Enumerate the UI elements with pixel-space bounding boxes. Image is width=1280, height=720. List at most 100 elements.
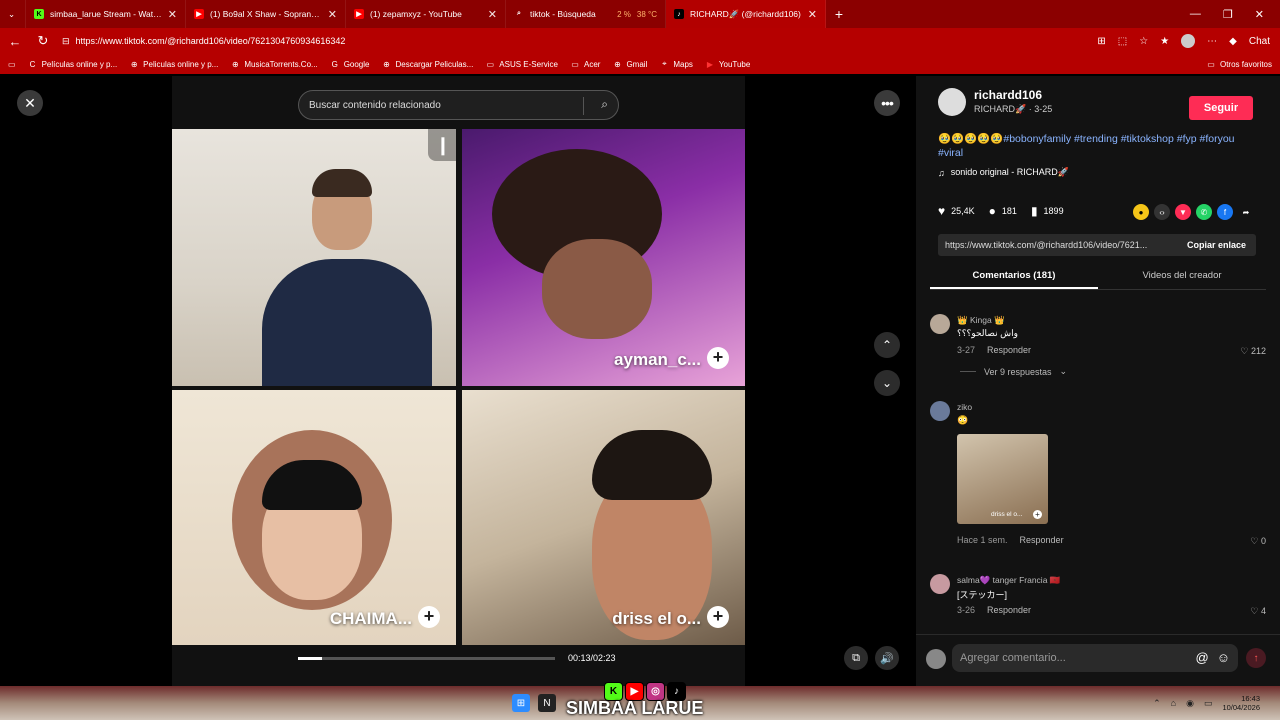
- tab-menu[interactable]: ⌄: [0, 0, 26, 28]
- speaker-icon[interactable]: ◉: [1186, 698, 1194, 709]
- follow-plus-icon[interactable]: +: [707, 347, 729, 369]
- new-tab-button[interactable]: +: [826, 6, 852, 22]
- next-video-button[interactable]: ⌄: [874, 370, 900, 396]
- tab-youtube-1[interactable]: ▶ (1) Bo9al X Shaw - Soprano (Offic ✕: [186, 0, 346, 28]
- reply-button[interactable]: Responder: [987, 605, 1031, 615]
- author-info[interactable]: richardd106 RICHARD🚀 · 3-25: [938, 88, 1052, 116]
- tab-youtube-2[interactable]: ▶ (1) zepamxyz - YouTube ✕: [346, 0, 506, 28]
- bookmark-item[interactable]: ▭ Acer: [570, 59, 600, 69]
- follow-plus-icon[interactable]: +: [418, 606, 440, 628]
- view-replies-button[interactable]: Ver 9 respuestas ⌄: [960, 366, 1067, 377]
- tab-comments[interactable]: Comentarios (181): [930, 266, 1098, 289]
- chat-label[interactable]: Chat: [1249, 36, 1270, 47]
- person-figure: [592, 430, 712, 500]
- windows-start-icon[interactable]: ⊞: [512, 694, 530, 712]
- battery-icon[interactable]: ▭: [1204, 698, 1213, 709]
- folder-icon: ▭: [486, 59, 495, 69]
- save-button[interactable]: ▮ 1899: [1031, 204, 1064, 218]
- mention-icon[interactable]: @: [1196, 650, 1209, 665]
- bookmark-item[interactable]: ⊕ Descargar Peliculas...: [381, 59, 473, 69]
- chevron-up-icon[interactable]: ⌃: [1153, 698, 1161, 709]
- more-options-button[interactable]: •••: [874, 90, 900, 116]
- author-avatar[interactable]: [938, 88, 966, 116]
- share-arrow-icon[interactable]: ➦: [1238, 204, 1254, 220]
- close-tab-icon[interactable]: ✕: [328, 8, 337, 21]
- copy-link-button[interactable]: Copiar enlace: [1177, 240, 1256, 250]
- bookmark-item[interactable]: ⊕ MusicaTorrents.Co...: [230, 59, 318, 69]
- bookmark-item[interactable]: ▭ ASUS E-Service: [485, 59, 558, 69]
- tile-username: CHAIMA...: [329, 609, 412, 628]
- video-progress-bar[interactable]: [298, 657, 555, 660]
- comment-like[interactable]: ♡ 212: [1240, 346, 1266, 357]
- more-dots-icon: •••: [881, 95, 894, 111]
- send-icon[interactable]: ▼: [1175, 204, 1191, 220]
- collections-icon[interactable]: ▭: [8, 60, 16, 69]
- sound-link[interactable]: ♫ sonido original - RICHARD🚀: [938, 167, 1069, 178]
- video-tile: ayman_c... +: [462, 129, 745, 386]
- floating-player-button[interactable]: ⧉: [844, 646, 868, 670]
- send-comment-button[interactable]: ↑: [1246, 648, 1266, 668]
- close-window-icon[interactable]: ✕: [1255, 8, 1264, 21]
- tab-creator-videos[interactable]: Videos del creador: [1098, 266, 1266, 289]
- search-icon[interactable]: ⌕: [601, 97, 608, 112]
- profile-avatar[interactable]: [1181, 34, 1196, 48]
- copilot-icon[interactable]: ◆: [1229, 36, 1237, 47]
- close-tab-icon[interactable]: ✕: [488, 8, 497, 21]
- emoji-icon[interactable]: ☺: [1217, 650, 1230, 665]
- minimize-icon[interactable]: —: [1190, 8, 1201, 21]
- whatsapp-icon[interactable]: ✆: [1196, 204, 1212, 220]
- extension-icon[interactable]: ⬚: [1118, 36, 1127, 47]
- like-button[interactable]: ♥ 25,4K: [938, 204, 975, 218]
- comment-button[interactable]: ● 181: [989, 204, 1017, 218]
- previous-video-button[interactable]: ⌃: [874, 332, 900, 358]
- close-tab-icon[interactable]: ✕: [808, 8, 817, 21]
- commenter-avatar[interactable]: [930, 401, 950, 421]
- close-viewer-button[interactable]: ✕: [17, 90, 43, 116]
- commenter-avatar[interactable]: [930, 314, 950, 334]
- related-search-input[interactable]: Buscar contenido relacionado ⌕: [298, 90, 619, 120]
- commenter-name[interactable]: 👑 Kinga 👑: [957, 315, 1005, 326]
- coin-icon[interactable]: ●: [1133, 204, 1149, 220]
- bookmark-item[interactable]: ⌖ Maps: [659, 59, 693, 69]
- follow-button[interactable]: Seguir: [1189, 96, 1253, 120]
- other-favorites[interactable]: ▭ Otros favoritos: [1206, 59, 1272, 69]
- app-icon[interactable]: N: [538, 694, 556, 712]
- comment-video-thumbnail[interactable]: driss el o... +: [957, 434, 1048, 524]
- comment-like[interactable]: ♡ 4: [1250, 606, 1266, 617]
- embed-icon[interactable]: ‹›: [1154, 204, 1170, 220]
- thumbnail-label: driss el o...: [991, 511, 1023, 518]
- bookmark-item[interactable]: ▶ YouTube: [705, 59, 751, 69]
- author-username[interactable]: richardd106: [974, 88, 1052, 102]
- tab-kick[interactable]: K simbaa_larue Stream - Watch Live ✕: [26, 0, 186, 28]
- restore-icon[interactable]: ❐: [1223, 8, 1233, 21]
- facebook-icon[interactable]: f: [1217, 204, 1233, 220]
- reply-button[interactable]: Responder: [1020, 535, 1064, 545]
- back-icon[interactable]: ←: [6, 34, 24, 49]
- bookmark-item[interactable]: C Películas online y p...: [28, 59, 118, 69]
- commenter-avatar[interactable]: [930, 574, 950, 594]
- follow-plus-icon[interactable]: +: [707, 606, 729, 628]
- commenter-name[interactable]: salma💜 tanger Francia 🇲🇦: [957, 575, 1060, 586]
- tab-search[interactable]: ⌕ tiktok - Búsqueda 2 % 38 °C: [506, 0, 666, 28]
- commenter-name[interactable]: ziko: [957, 402, 972, 412]
- menu-dots-icon[interactable]: ⋯: [1207, 36, 1217, 47]
- favorites-icon[interactable]: ★: [1160, 36, 1169, 47]
- favorite-star-icon[interactable]: ☆: [1139, 36, 1148, 47]
- url-field[interactable]: ⊟ https://www.tiktok.com/@richardd106/vi…: [62, 31, 1087, 51]
- bookmark-item[interactable]: ⊕ Peliculas online y p...: [129, 59, 219, 69]
- network-icon[interactable]: ⌂: [1171, 698, 1176, 708]
- tab-tiktok[interactable]: ♪ RICHARD🚀 (@richardd106) ✕: [666, 0, 826, 28]
- app-icon[interactable]: ⊞: [1097, 36, 1105, 47]
- volume-button[interactable]: 🔊: [875, 646, 899, 670]
- site-info-icon[interactable]: ⊟: [62, 36, 70, 47]
- reload-icon[interactable]: ↻: [34, 33, 52, 49]
- close-tab-icon[interactable]: ✕: [168, 8, 177, 21]
- reply-button[interactable]: Responder: [987, 345, 1031, 355]
- comment-like[interactable]: ♡ 0: [1250, 536, 1266, 547]
- bookmark-item[interactable]: ⊕ Gmail: [612, 59, 647, 69]
- bookmark-item[interactable]: G Google: [330, 59, 370, 69]
- clock[interactable]: 16:43 10/04/2026: [1222, 694, 1260, 712]
- comment-composer: Agregar comentario... @ ☺ ↑: [916, 634, 1280, 686]
- share-link[interactable]: https://www.tiktok.com/@richardd106/vide…: [938, 240, 1177, 250]
- comment-input[interactable]: Agregar comentario... @ ☺: [952, 644, 1238, 672]
